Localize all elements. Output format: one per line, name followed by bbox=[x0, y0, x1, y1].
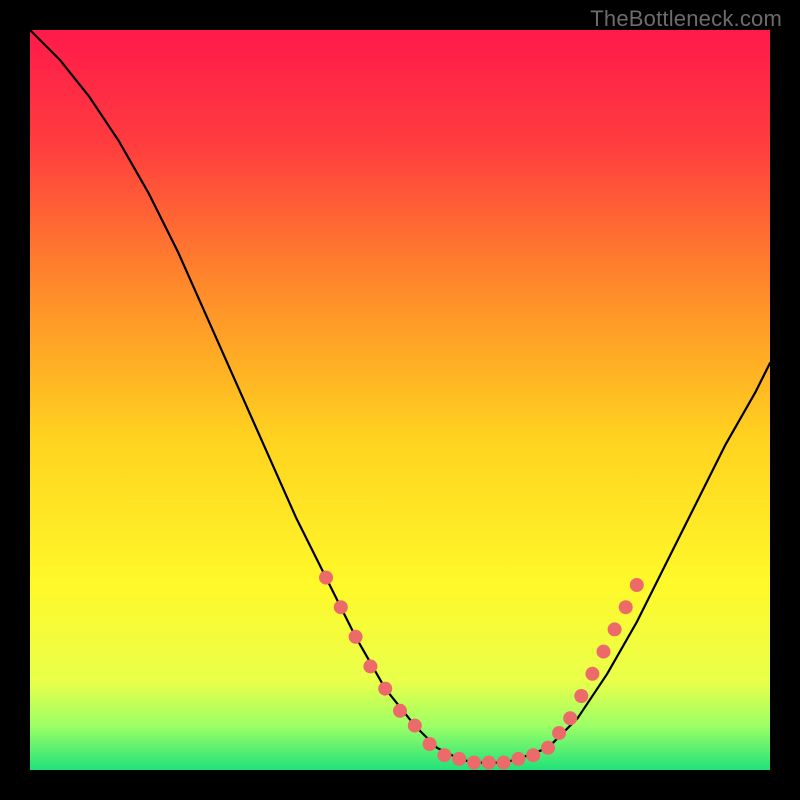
watermark-text: TheBottleneck.com bbox=[590, 6, 782, 32]
marker-dot bbox=[408, 719, 422, 733]
marker-dot bbox=[511, 752, 525, 766]
marker-dot bbox=[334, 600, 348, 614]
marker-dot bbox=[423, 737, 437, 751]
marker-dot bbox=[585, 667, 599, 681]
marker-dot bbox=[437, 748, 451, 762]
marker-dot bbox=[378, 682, 392, 696]
marker-dot bbox=[526, 748, 540, 762]
marker-dot bbox=[630, 578, 644, 592]
marker-dot bbox=[597, 645, 611, 659]
marker-dot bbox=[393, 704, 407, 718]
marker-dot bbox=[574, 689, 588, 703]
marker-dot bbox=[363, 659, 377, 673]
marker-dot bbox=[482, 756, 496, 770]
marker-dot bbox=[467, 756, 481, 770]
marker-dot bbox=[619, 600, 633, 614]
marker-dot bbox=[349, 630, 363, 644]
marker-dot bbox=[497, 756, 511, 770]
marker-dot bbox=[541, 741, 555, 755]
marker-dot bbox=[608, 622, 622, 636]
marker-dot bbox=[319, 571, 333, 585]
marker-dot bbox=[552, 726, 566, 740]
marker-dot bbox=[452, 752, 466, 766]
chart-frame: TheBottleneck.com bbox=[0, 0, 800, 800]
gradient-background bbox=[30, 30, 770, 770]
bottleneck-curve-chart bbox=[30, 30, 770, 770]
marker-dot bbox=[563, 711, 577, 725]
plot-area bbox=[30, 30, 770, 770]
